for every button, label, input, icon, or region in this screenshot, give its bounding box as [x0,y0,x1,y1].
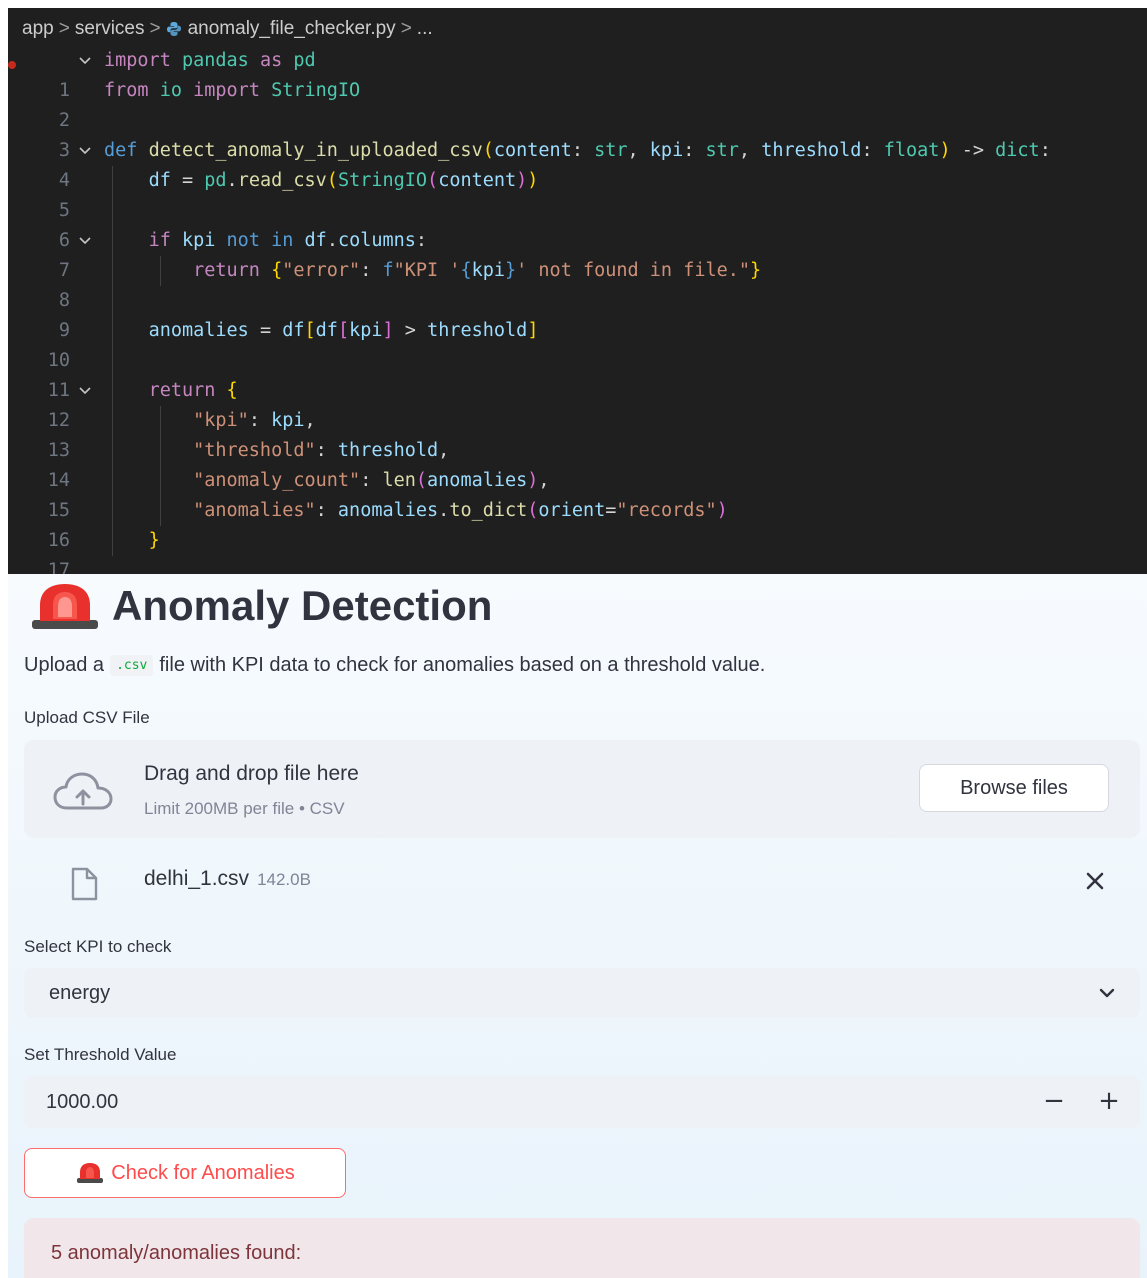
page-title: Anomaly Detection [28,578,492,634]
increment-button[interactable]: + [1091,1086,1127,1118]
threshold-label: Set Threshold Value [24,1045,177,1064]
check-anomalies-button[interactable]: Check for Anomalies [24,1148,346,1198]
code-text: df = pd.read_csv(StringIO(content)) [148,170,539,191]
code-editor[interactable]: app > services > anomaly_file_checker.py… [8,8,1147,574]
breadcrumb-separator: > [58,18,70,39]
code-text: "anomaly_count": len(anomalies), [193,470,550,491]
breadcrumb-item-file[interactable]: anomaly_file_checker.py [188,18,396,40]
fold-chevron-icon[interactable] [76,46,96,76]
result-alert: 5 anomaly/anomalies found: [24,1218,1140,1278]
code-line[interactable]: 10 anomalies = df[df[kpi] > threshold] [8,316,1147,371]
file-name-text: delhi_1.csv [144,867,250,890]
file-dropzone[interactable]: Drag and drop file here Limit 200MB per … [24,740,1140,838]
kpi-select[interactable]: energy [24,968,1140,1018]
code-line[interactable]: 15 "anomaly_count": len(anomalies), [8,466,1147,521]
breadcrumb-item-app[interactable]: app [22,18,54,40]
description-text: file with KPI data to check for anomalie… [159,654,766,676]
code-line[interactable]: 2 from io import StringIO [8,76,1147,131]
breadcrumb: app > services > anomaly_file_checker.py… [22,17,433,41]
code-line[interactable]: 6 [8,196,1147,251]
fold-chevron-icon[interactable] [76,136,96,166]
dropzone-instructions: Drag and drop file here [144,762,359,785]
check-anomalies-label: Check for Anomalies [111,1161,295,1184]
browse-files-button[interactable]: Browse files [919,764,1109,812]
title-text: Anomaly Detection [112,582,493,629]
code-line[interactable]: 8 return {"error": f"KPI '{kpi}' not fou… [8,256,1147,311]
code-line[interactable]: 14 "threshold": threshold, [8,436,1147,491]
code-line[interactable]: 11 [8,346,1147,401]
kpi-select-label: Select KPI to check [24,937,172,956]
fold-chevron-icon[interactable] [76,226,96,256]
upload-label: Upload CSV File [24,708,150,727]
code-text: anomalies = df[df[kpi] > threshold] [148,320,539,341]
uploaded-file-item: delhi_1.csv 142.0B [24,854,1140,906]
threshold-value[interactable]: 1000.00 [46,1091,118,1114]
description-text: Upload a [24,654,105,676]
decrement-button[interactable]: − [1036,1086,1072,1118]
result-text: 5 anomaly/anomalies found: [51,1242,302,1264]
code-line[interactable]: 9 [8,286,1147,341]
python-file-icon [166,22,181,36]
close-icon[interactable] [1082,868,1108,894]
breadcrumb-item-services[interactable]: services [75,18,145,40]
code-text: import pandas as pd [104,50,316,71]
code-lines[interactable]: 1 import pandas as pd 2 from io import S… [8,46,1147,574]
code-text: "anomalies": anomalies.to_dict(orient="r… [193,500,728,521]
code-line[interactable]: 13 "kpi": kpi, [8,406,1147,461]
code-line[interactable]: 12 return { [8,376,1147,431]
code-text: if kpi not in df.columns: [148,230,428,251]
threshold-input[interactable]: 1000.00 − + [24,1076,1140,1128]
code-line[interactable]: 18 [8,556,1147,574]
kpi-select-value: energy [49,982,111,1004]
code-text: def detect_anomaly_in_uploaded_csv(conte… [104,140,1051,161]
code-line[interactable]: 16 "anomalies": anomalies.to_dict(orient… [8,496,1147,551]
code-line[interactable]: 3 [8,106,1147,161]
dropzone-limit: Limit 200MB per file • CSV [144,799,345,818]
fold-chevron-icon[interactable] [76,376,96,406]
code-line[interactable]: 7 if kpi not in df.columns: [8,226,1147,281]
file-icon [71,867,98,901]
code-text: return { [148,380,238,401]
siren-icon [32,584,98,629]
breadcrumb-item-symbol[interactable]: ... [417,18,433,40]
code-text: from io import StringIO [104,80,361,101]
code-text: return {"error": f"KPI '{kpi}' not found… [193,260,762,281]
siren-icon [77,1163,104,1183]
page-description: Upload a .csv file with KPI data to chec… [24,654,765,677]
code-line[interactable]: 17 } [8,526,1147,574]
code-text: "threshold": threshold, [193,440,450,461]
chevron-down-icon [1099,988,1115,998]
file-size: 142.0B [257,870,311,889]
code-line[interactable]: 4 def detect_anomaly_in_uploaded_csv(con… [8,136,1147,191]
code-text: } [148,530,160,551]
code-line[interactable]: 5 df = pd.read_csv(StringIO(content)) [8,166,1147,221]
breadcrumb-separator: > [149,18,161,39]
inline-code: .csv [110,655,154,676]
streamlit-app: Anomaly Detection Upload a .csv file wit… [8,574,1147,1278]
breadcrumb-separator: > [400,18,412,39]
code-line[interactable]: 1 import pandas as pd [8,46,1147,101]
cloud-upload-icon [53,772,113,810]
file-name: delhi_1.csv 142.0B [144,867,311,891]
code-text: "kpi": kpi, [193,410,316,431]
